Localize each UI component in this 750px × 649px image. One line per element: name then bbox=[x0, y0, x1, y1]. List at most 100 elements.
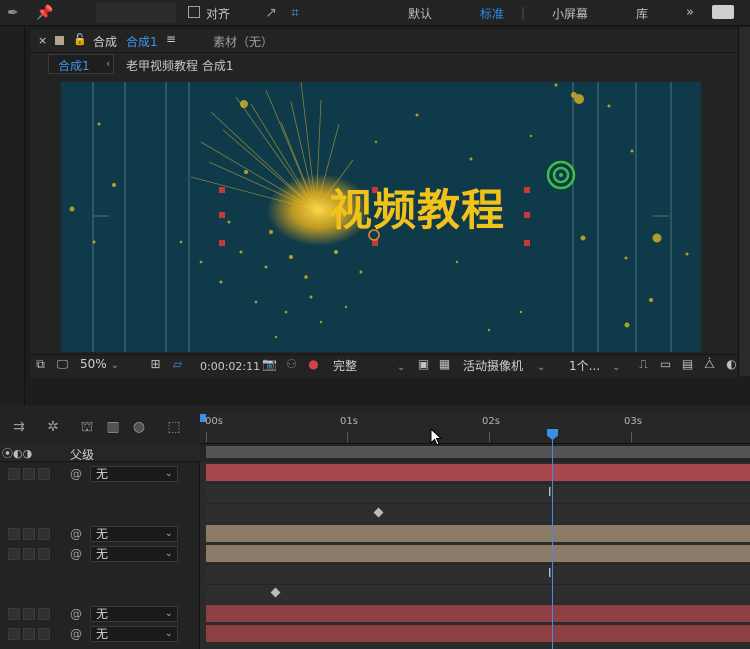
monitor-icon[interactable]: 🖵 bbox=[55, 357, 70, 372]
layer-bar[interactable] bbox=[206, 464, 750, 481]
layer-bar[interactable] bbox=[206, 545, 750, 562]
timecode-display[interactable]: 0:00:02:11 bbox=[200, 360, 260, 373]
layer-switches[interactable] bbox=[8, 628, 54, 640]
workspace-overflow-button[interactable]: » bbox=[686, 5, 694, 20]
parent-value: 无 bbox=[96, 607, 109, 621]
pick-whip-icon[interactable]: @ bbox=[70, 627, 82, 641]
layer-switches[interactable] bbox=[8, 528, 54, 540]
workspace-standard[interactable]: 标准 bbox=[480, 5, 504, 22]
pick-whip-icon[interactable]: @ bbox=[70, 467, 82, 481]
workspace-divider bbox=[522, 7, 524, 20]
zoom-value: 50% bbox=[80, 357, 107, 371]
resolution-dropdown[interactable]: 完整 ⌄ bbox=[333, 357, 405, 373]
property-lane bbox=[206, 564, 750, 583]
layer-row[interactable]: @ 无 ⌄ bbox=[0, 464, 200, 484]
snap-feature-icon[interactable]: ⌗ bbox=[286, 4, 304, 22]
camera-value: 活动摄像机 bbox=[463, 359, 524, 373]
keyframe-cursor-icon: I bbox=[548, 566, 552, 580]
chevron-down-icon: ⌄ bbox=[164, 468, 173, 479]
chevron-down-icon: ⌄ bbox=[537, 362, 546, 373]
tick-label: 02s bbox=[482, 416, 500, 427]
layer-list: @ 无 ⌄ @ 无 ⌄ @ 无 ⌄ @ 无 ⌄ @ 无 ⌄ bbox=[0, 462, 200, 649]
region-of-interest-icon[interactable]: ▣ bbox=[416, 357, 431, 372]
tick-mark bbox=[347, 432, 348, 442]
composition-tab-bar: × 🔓 合成 合成1 ≡ 素材（无） bbox=[30, 29, 738, 53]
mask-path-icon[interactable]: ▱ bbox=[170, 357, 185, 372]
layer-row[interactable]: @ 无 ⌄ bbox=[0, 544, 200, 564]
work-area-bar[interactable] bbox=[206, 446, 750, 458]
layer-row[interactable]: @ 无 ⌄ bbox=[0, 524, 200, 544]
views-dropdown[interactable]: 1个... ⌄ bbox=[569, 357, 620, 373]
pen-tool-icon[interactable]: ✒ bbox=[4, 4, 22, 22]
tick-label: 00s bbox=[205, 416, 223, 427]
mouse-cursor-icon bbox=[430, 428, 443, 446]
layer-bar[interactable] bbox=[206, 525, 750, 542]
comp-mini-flowchart-icon[interactable]: ⇉ bbox=[10, 418, 28, 436]
chevron-down-icon: ⌄ bbox=[164, 608, 173, 619]
workspace-library[interactable]: 库 bbox=[636, 5, 648, 22]
parent-dropdown[interactable]: 无 ⌄ bbox=[90, 466, 178, 482]
layer-row[interactable]: @ 无 ⌄ bbox=[0, 624, 200, 644]
chevron-down-icon: ⌄ bbox=[164, 528, 173, 539]
frame-blending-icon[interactable]: ▥ bbox=[104, 418, 122, 436]
chevron-down-icon: ⌄ bbox=[612, 362, 621, 373]
breadcrumb-bar: 合成1 ‹ 老甲视频教程 合成1 bbox=[30, 54, 738, 76]
layer-bar[interactable] bbox=[206, 625, 750, 642]
motion-blur-icon[interactable]: ◍ bbox=[130, 418, 148, 436]
parent-dropdown[interactable]: 无 ⌄ bbox=[90, 606, 178, 622]
zoom-dropdown[interactable]: 50% ⌄ bbox=[80, 357, 119, 373]
layer-switches[interactable] bbox=[8, 468, 54, 480]
search-help-icon[interactable] bbox=[712, 5, 734, 19]
breadcrumb-arrow-icon: ‹ bbox=[106, 57, 111, 70]
layer-switches[interactable] bbox=[8, 608, 54, 620]
camera-dropdown[interactable]: 活动摄像机 ⌄ bbox=[463, 357, 545, 373]
parent-dropdown[interactable]: 无 ⌄ bbox=[90, 626, 178, 642]
snapshot-icon[interactable]: 📷 bbox=[262, 357, 277, 372]
pick-whip-icon[interactable]: @ bbox=[70, 547, 82, 561]
property-lane bbox=[206, 503, 750, 522]
layer-row[interactable]: @ 无 ⌄ bbox=[0, 604, 200, 624]
composition-viewer[interactable]: 视频教程 bbox=[61, 82, 701, 352]
layer-bar[interactable] bbox=[206, 605, 750, 622]
comp-tab-name[interactable]: 合成1 bbox=[126, 33, 158, 50]
chevron-down-icon: ⌄ bbox=[164, 548, 173, 559]
chevron-down-icon: ⌄ bbox=[164, 628, 173, 639]
property-lane bbox=[206, 483, 750, 502]
breadcrumb-parent[interactable]: 老甲视频教程 合成1 bbox=[126, 57, 233, 74]
workspace-default[interactable]: 默认 bbox=[408, 5, 432, 22]
grid-guides-icon[interactable]: ⊞ bbox=[148, 357, 163, 372]
snap-edge-icon[interactable]: ↗ bbox=[262, 4, 280, 22]
flowchart-icon[interactable]: ⧊ bbox=[702, 357, 717, 372]
playhead-line bbox=[552, 436, 553, 649]
timeline-icon[interactable]: ▭ bbox=[658, 357, 673, 372]
parent-dropdown[interactable]: 无 ⌄ bbox=[90, 546, 178, 562]
close-tab-icon[interactable]: × bbox=[38, 34, 47, 47]
pick-whip-icon[interactable]: @ bbox=[70, 527, 82, 541]
lock-icon[interactable]: 🔓 bbox=[73, 33, 87, 46]
panel-menu-icon[interactable]: ≡ bbox=[166, 32, 176, 46]
parent-value: 无 bbox=[96, 627, 109, 641]
chevron-down-icon: ⌄ bbox=[110, 360, 120, 371]
snap-label: 对齐 bbox=[206, 7, 231, 21]
hide-shy-layers-icon[interactable]: ⛫ bbox=[78, 418, 96, 436]
graph-editor-icon[interactable]: ⬚ bbox=[165, 418, 183, 436]
always-preview-icon[interactable]: ⧉ bbox=[33, 357, 48, 372]
tick-mark bbox=[631, 432, 632, 442]
workspace-small-screen[interactable]: 小屏幕 bbox=[552, 5, 588, 22]
breadcrumb-current[interactable]: 合成1 bbox=[58, 57, 90, 74]
pick-whip-icon[interactable]: @ bbox=[70, 607, 82, 621]
snap-checkbox[interactable] bbox=[188, 6, 200, 18]
transparency-grid-icon[interactable]: ▦ bbox=[437, 357, 452, 372]
exposure-icon[interactable]: ◐ bbox=[724, 357, 739, 372]
fast-previews-icon[interactable]: ⎍ bbox=[636, 357, 651, 372]
puppet-pin-icon[interactable]: 📌 bbox=[36, 4, 54, 22]
show-snapshot-icon[interactable]: ⚇ bbox=[284, 357, 299, 372]
parent-column-header[interactable]: 父级 bbox=[70, 446, 94, 463]
parent-dropdown[interactable]: 无 ⌄ bbox=[90, 526, 178, 542]
layer-switches[interactable] bbox=[8, 548, 54, 560]
draft-3d-icon[interactable]: ✲ bbox=[44, 418, 62, 436]
time-ruler[interactable] bbox=[200, 410, 750, 444]
comp-flowchart-icon[interactable]: ▤ bbox=[680, 357, 695, 372]
color-channels-icon[interactable]: ● bbox=[306, 357, 321, 372]
footage-tab[interactable]: 素材（无） bbox=[213, 33, 273, 50]
